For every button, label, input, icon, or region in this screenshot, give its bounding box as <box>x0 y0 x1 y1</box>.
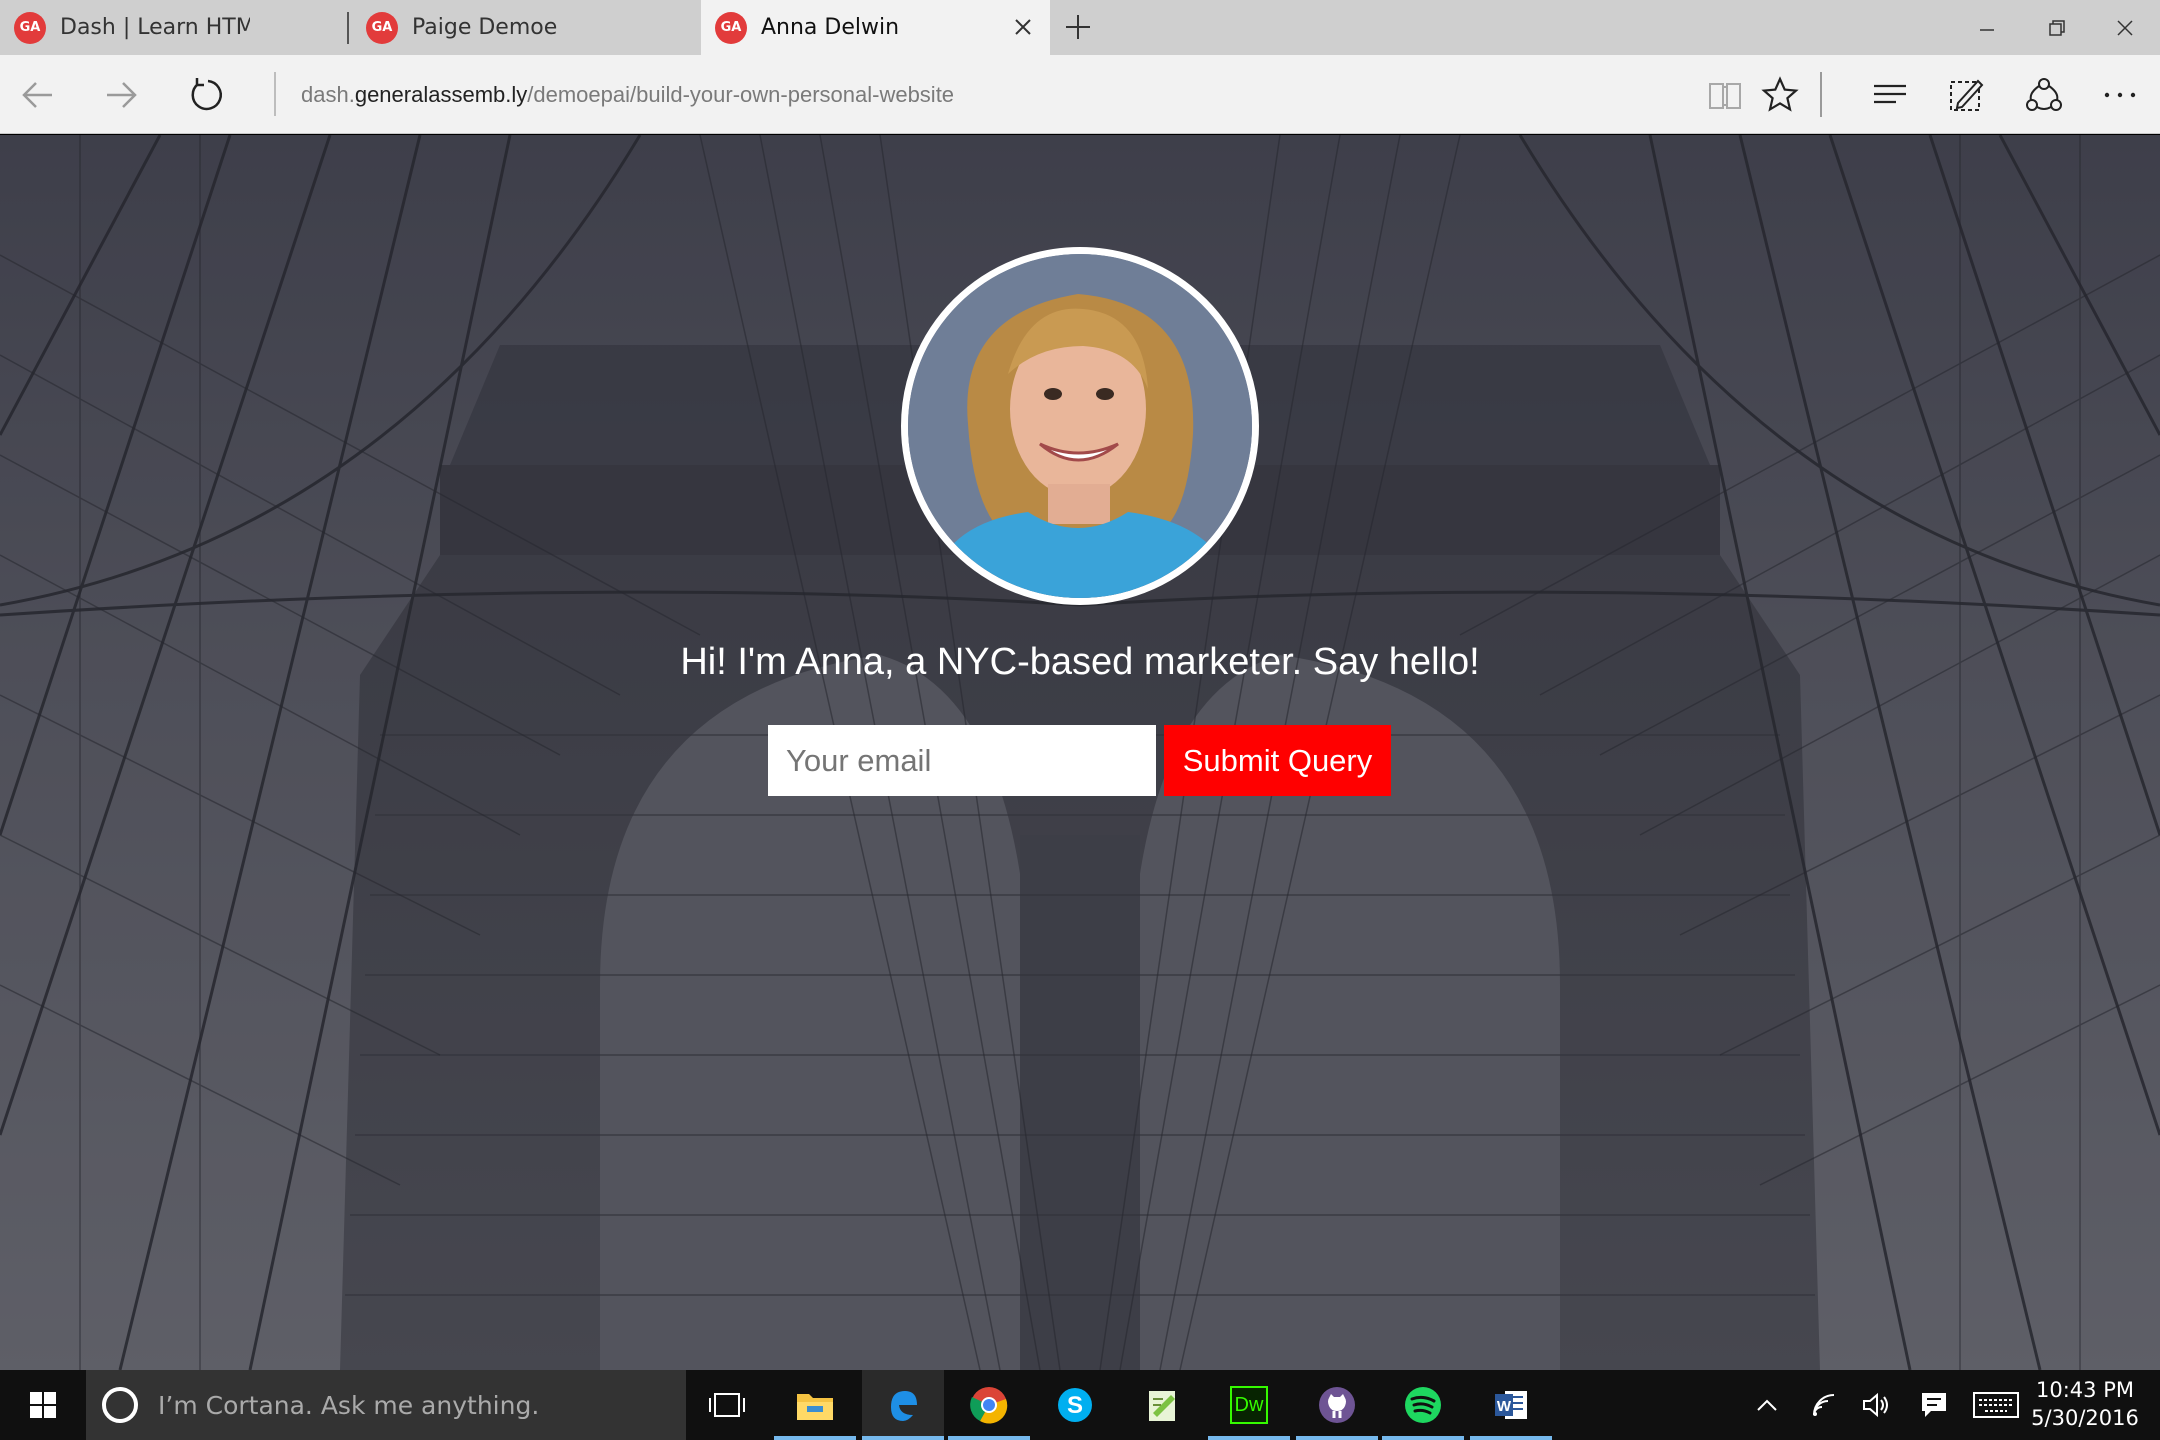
touch-keyboard-button[interactable] <box>1970 1370 2022 1440</box>
chevron-up-icon <box>1757 1399 1777 1411</box>
restore-icon <box>2049 19 2065 36</box>
keyboard-icon <box>1973 1392 2019 1418</box>
url-domain: generalassemb.ly <box>354 82 528 107</box>
hub-button[interactable] <box>1868 73 1912 117</box>
taskbar: I’m Cortana. Ask me anything. S Dw W 10:… <box>0 1370 2160 1440</box>
submit-query-button[interactable]: Submit Query <box>1164 725 1391 796</box>
reading-view-button[interactable] <box>1703 73 1747 117</box>
star-icon <box>1761 76 1799 112</box>
web-note-button[interactable] <box>1944 73 1988 117</box>
edge-button[interactable] <box>862 1370 944 1440</box>
notification-icon <box>1922 1393 1946 1417</box>
github-button[interactable] <box>1296 1370 1378 1440</box>
back-button[interactable] <box>16 73 60 117</box>
ga-logo-icon: GA <box>14 11 46 44</box>
screen: GA Dash | Learn HTML, CSS, Jav GA Paige … <box>0 0 2160 1440</box>
tab-separator <box>347 12 349 44</box>
new-tab-icon[interactable] <box>1063 12 1093 42</box>
task-view-button[interactable] <box>686 1370 768 1440</box>
page-content: Hi! I'm Anna, a NYC-based marketer. Say … <box>0 135 2160 1370</box>
tab-dash[interactable]: GA Dash | Learn HTML, CSS, Jav <box>0 0 250 55</box>
close-icon <box>2117 19 2133 36</box>
skype-icon: S <box>1058 1388 1092 1422</box>
chrome-button[interactable] <box>948 1370 1030 1440</box>
clock-time: 10:43 PM <box>2036 1378 2134 1402</box>
network-button[interactable] <box>1806 1370 1842 1440</box>
toolbar-divider <box>1820 72 1822 117</box>
task-view-icon <box>709 1393 745 1417</box>
cortana-search-box[interactable]: I’m Cortana. Ask me anything. <box>86 1370 686 1440</box>
dreamweaver-button[interactable]: Dw <box>1208 1370 1290 1440</box>
spotify-button[interactable] <box>1382 1370 1464 1440</box>
refresh-icon <box>191 78 222 111</box>
reading-view-icon <box>1709 83 1741 109</box>
word-icon: W <box>1495 1391 1527 1419</box>
file-explorer-button[interactable] <box>774 1370 856 1440</box>
windows-logo-icon <box>29 1392 56 1418</box>
address-divider <box>274 72 276 116</box>
action-center-button[interactable] <box>1916 1370 1952 1440</box>
forward-button[interactable] <box>99 73 143 117</box>
minimize-icon <box>1980 28 1994 31</box>
cortana-icon <box>102 1387 138 1423</box>
tab-anna-delwin[interactable]: GA Anna Delwin <box>701 0 1050 55</box>
system-clock[interactable]: 10:43 PM 5/30/2016 <box>2025 1376 2145 1432</box>
close-tab-icon[interactable] <box>1010 14 1036 40</box>
ga-logo-icon: GA <box>366 11 398 44</box>
wifi-icon <box>1813 1394 1835 1416</box>
tab-paige-demoe[interactable]: GA Paige Demoe <box>352 0 700 55</box>
svg-text:S: S <box>1067 1392 1083 1419</box>
hub-icon <box>1874 84 1906 104</box>
tab-label: Dash | Learn HTML, CSS, Jav <box>60 15 250 40</box>
notepad-icon <box>1149 1391 1175 1421</box>
svg-text:W: W <box>1497 1398 1512 1415</box>
clock-date: 5/30/2016 <box>2031 1406 2139 1430</box>
favorite-button[interactable] <box>1758 73 1802 117</box>
tab-label: Paige Demoe <box>412 15 558 40</box>
profile-photo <box>901 247 1259 605</box>
spotify-icon <box>1405 1387 1441 1423</box>
restore-button[interactable] <box>2022 0 2092 55</box>
forward-arrow-icon <box>107 82 137 108</box>
tab-label: Anna Delwin <box>761 15 900 40</box>
folder-icon <box>797 1394 833 1420</box>
notepad-plus-button[interactable] <box>1122 1370 1204 1440</box>
word-button[interactable]: W <box>1470 1370 1552 1440</box>
share-button[interactable] <box>2022 73 2066 117</box>
chrome-icon <box>970 1387 1008 1424</box>
volume-button[interactable] <box>1858 1370 1894 1440</box>
tab-bar: GA Dash | Learn HTML, CSS, Jav GA Paige … <box>0 0 2160 55</box>
github-icon <box>1319 1387 1355 1423</box>
dreamweaver-icon: Dw <box>1230 1386 1268 1424</box>
edge-icon <box>891 1391 917 1421</box>
cortana-placeholder: I’m Cortana. Ask me anything. <box>158 1390 540 1420</box>
more-button[interactable] <box>2098 73 2142 117</box>
ga-logo-icon: GA <box>715 11 747 44</box>
share-icon <box>2026 78 2062 111</box>
web-note-icon <box>1950 79 1984 111</box>
back-arrow-icon <box>22 82 52 108</box>
url-prefix: dash. <box>301 82 355 107</box>
refresh-button[interactable] <box>184 73 228 117</box>
profile-portrait-image <box>908 254 1252 598</box>
more-icon <box>2104 92 2136 98</box>
email-input[interactable] <box>768 725 1156 796</box>
close-window-button[interactable] <box>2090 0 2160 55</box>
headline: Hi! I'm Anna, a NYC-based marketer. Say … <box>680 641 1480 683</box>
show-hidden-icons-button[interactable] <box>1752 1370 1782 1440</box>
url-field[interactable]: dash.generalassemb.ly/demoepai/build-you… <box>301 82 954 108</box>
minimize-button[interactable] <box>1952 0 2022 55</box>
start-button[interactable] <box>0 1370 85 1440</box>
speaker-icon <box>1863 1392 1888 1418</box>
url-path: /demoepai/build-your-own-personal-websit… <box>527 82 955 107</box>
skype-button[interactable]: S <box>1034 1370 1116 1440</box>
